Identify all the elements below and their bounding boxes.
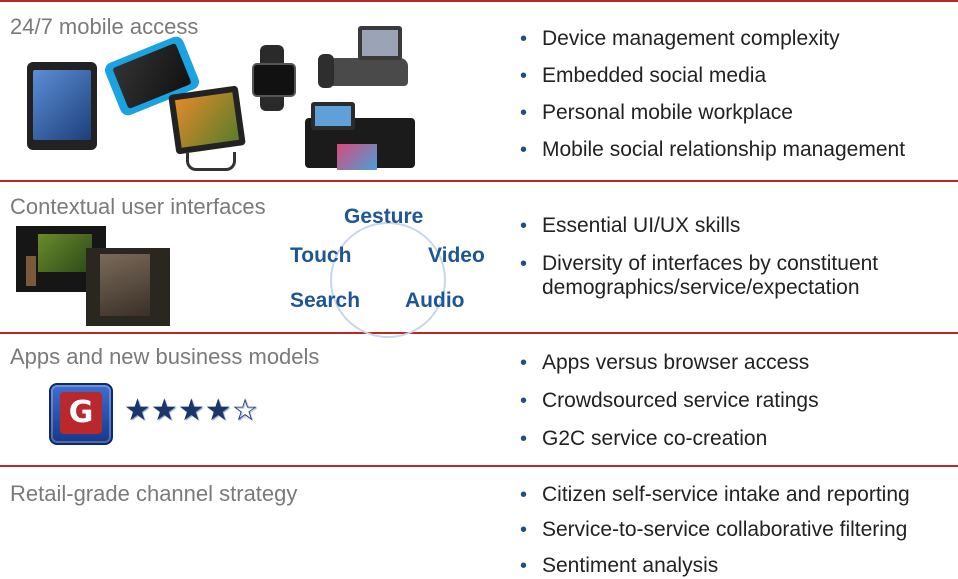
list-item: • Mobile social relationship management xyxy=(520,138,906,161)
video-phone-image xyxy=(318,24,408,88)
mode-gesture-label: Gesture xyxy=(344,205,424,228)
bullet-list-contextual-ui: • Essential UI/UX skills • Diversity of in… xyxy=(520,214,878,300)
list-item: • Service-to-service collaborative filter… xyxy=(520,518,908,541)
list-item: • Diversity of interfaces by constituent xyxy=(520,252,879,275)
section-title-apps: Apps and new business models xyxy=(10,344,320,369)
tablet-image xyxy=(27,62,97,150)
section-divider-2 xyxy=(0,332,958,334)
star-empty-icon: ☆ xyxy=(231,393,259,428)
list-item-continuation: demographics/service/expectation xyxy=(542,276,860,299)
printer-image xyxy=(305,98,415,172)
mode-touch-label: Touch xyxy=(290,244,352,267)
section-divider-1 xyxy=(0,180,958,182)
section-title-retail-channel: Retail-grade channel strategy xyxy=(10,481,298,506)
app-icon-letter: G xyxy=(60,392,102,434)
list-item: • Essential UI/UX skills xyxy=(520,214,741,237)
smartwatch-image xyxy=(248,45,296,111)
section-title-mobile-access: 24/7 mobile access xyxy=(10,14,199,39)
list-item: • Device management complexity xyxy=(520,27,840,50)
app-icon: G xyxy=(49,383,113,445)
gesture-photo xyxy=(86,248,170,326)
list-item: • Personal mobile workplace xyxy=(520,101,793,124)
list-item: • Embedded social media xyxy=(520,64,767,87)
interaction-modes-circle xyxy=(330,222,446,338)
section-divider-3 xyxy=(0,465,958,467)
star-filled-icon: ★ xyxy=(204,393,232,428)
star-filled-icon: ★ xyxy=(150,393,178,428)
rating-stars: ★ ★ ★ ★ ☆ xyxy=(124,392,259,430)
mode-search-label: Search xyxy=(290,289,361,312)
list-item: • Sentiment analysis xyxy=(520,554,719,577)
mode-video-label: Video xyxy=(428,244,485,267)
list-item: • Citizen self-service intake and reporti… xyxy=(520,483,910,506)
bullet-list-apps: • Apps versus browser access • Crowdsource… xyxy=(520,351,819,465)
section-title-contextual-ui: Contextual user interfaces xyxy=(10,194,266,219)
bullet-list-mobile-access: • Device management complexity • Embedded … xyxy=(520,27,905,175)
list-item: • Apps versus browser access xyxy=(520,351,810,374)
star-filled-icon: ★ xyxy=(177,393,205,428)
section-divider-top xyxy=(0,0,958,2)
list-item: • Crowdsourced service ratings xyxy=(520,389,819,412)
mode-audio-label: Audio xyxy=(405,289,465,312)
star-filled-icon: ★ xyxy=(124,393,151,428)
list-item: • G2C service co-creation xyxy=(520,427,768,450)
touch-monitor-image xyxy=(168,85,250,176)
bullet-list-retail-channel: • Citizen self-service intake and reporti… xyxy=(520,483,910,578)
